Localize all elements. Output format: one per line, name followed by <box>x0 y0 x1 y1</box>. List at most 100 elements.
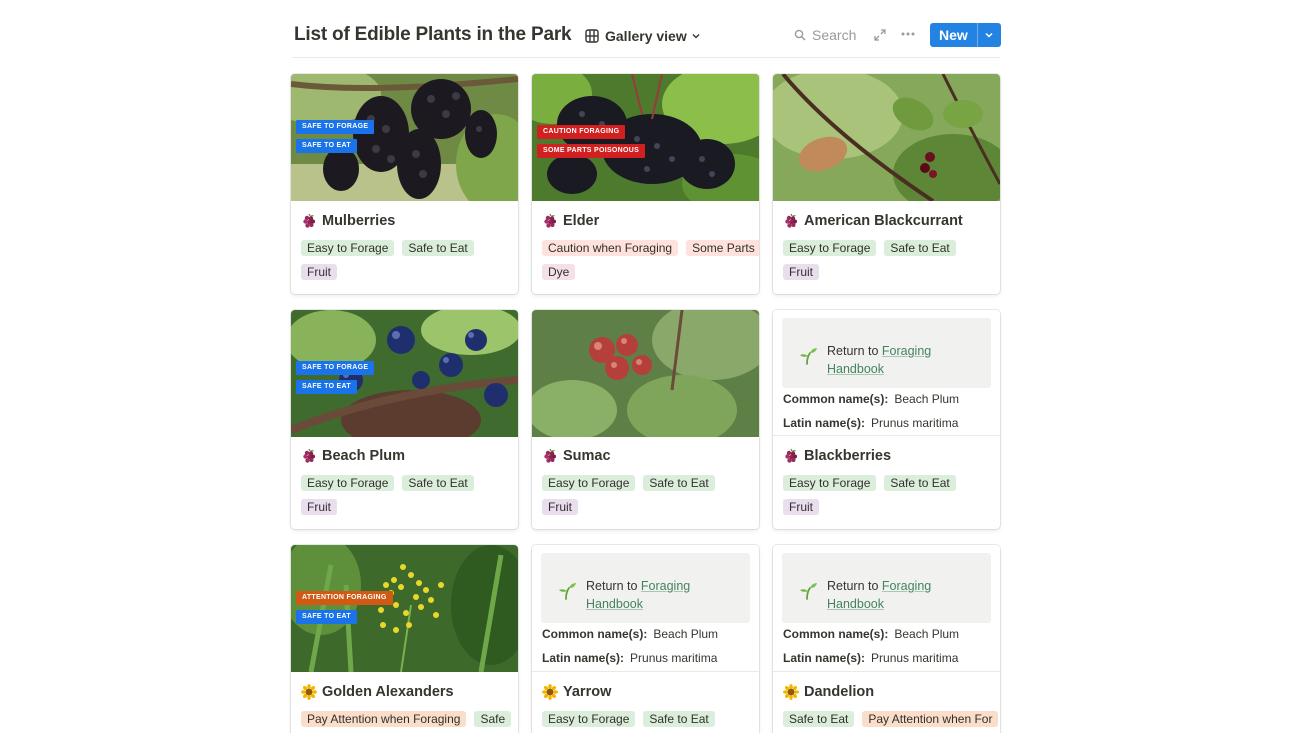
latin-name-label: Latin name(s): <box>783 416 866 430</box>
card-cover-image: SAFE TO FORAGE SAFE TO EAT <box>291 74 518 201</box>
tag: Easy to Forage <box>542 711 636 727</box>
handbook-link-line2: Handbook <box>586 597 643 611</box>
card-page-preview: Return to Foraging Handbook Common name(s… <box>532 545 759 672</box>
handbook-link-line1: Foraging <box>640 579 691 593</box>
new-button-group: New <box>930 23 1001 47</box>
view-label: Gallery view <box>605 28 687 44</box>
grapes-icon <box>301 213 317 229</box>
cover-badge: SAFE TO FORAGE <box>296 120 375 134</box>
callout-block: Return to Foraging Handbook <box>541 553 750 623</box>
expand-icon <box>874 29 886 41</box>
gallery-card[interactable]: Return to Foraging Handbook Common name(s… <box>773 310 1000 529</box>
callout-return-text: Return to <box>827 344 879 358</box>
tag: Safe <box>474 711 512 727</box>
handbook-link-line2: Handbook <box>827 597 884 611</box>
tag-row: Easy to Forage Safe to Eat <box>301 240 518 258</box>
tag: Pay Attention when Foraging <box>301 711 467 727</box>
tag-row: Pay Attention when Foraging Safe <box>301 711 518 729</box>
card-title: Yarrow <box>542 682 611 702</box>
common-name-value: Beach Plum <box>894 392 960 406</box>
cover-badge: SAFE TO EAT <box>296 139 357 153</box>
view-switcher[interactable]: Gallery view <box>585 26 707 46</box>
open-full-page-button[interactable] <box>874 28 886 46</box>
sunflower-icon <box>542 684 558 700</box>
tag-row: Easy to Forage Safe to Eat <box>542 475 759 493</box>
handbook-link-line1: Foraging <box>881 344 932 358</box>
tag-row: Fruit <box>542 499 759 517</box>
latin-name-value: Prunus maritima <box>630 651 718 665</box>
tag: Safe to Eat <box>643 711 715 727</box>
latin-name-value: Prunus maritima <box>871 651 959 665</box>
gallery-card[interactable]: Return to Foraging Handbook Common name(s… <box>773 545 1000 733</box>
search-button[interactable]: Search <box>794 27 856 43</box>
card-title-text: Yarrow <box>563 684 612 700</box>
tag: Pay Attention when For <box>862 711 999 727</box>
card-cover-image: SAFE TO FORAGE SAFE TO EAT <box>291 310 518 437</box>
grapes-icon <box>783 213 799 229</box>
tag: Fruit <box>301 264 337 280</box>
gallery-card[interactable]: Sumac Easy to Forage Safe to Eat Fruit <box>532 310 759 529</box>
card-title: Mulberries <box>301 211 395 231</box>
tag: Caution when Foraging <box>542 240 679 256</box>
card-title: American Blackcurrant <box>783 211 963 231</box>
cover-badge: CAUTION FORAGING <box>537 125 626 139</box>
search-icon <box>794 29 806 41</box>
tag: Easy to Forage <box>542 475 636 491</box>
chevron-down-icon <box>692 34 700 39</box>
card-title-text: Blackberries <box>804 448 892 464</box>
grapes-icon <box>542 213 558 229</box>
tag: Safe to Eat <box>402 240 474 256</box>
seedling-icon <box>798 580 818 600</box>
common-name-label: Common name(s): <box>783 627 889 641</box>
grapes-icon <box>542 448 558 464</box>
database-header: List of Edible Plants in the Park Galler… <box>292 18 1001 58</box>
card-title: Golden Alexanders <box>301 682 454 702</box>
tag: Safe to Eat <box>402 475 474 491</box>
tag-row: Fruit <box>783 264 1000 282</box>
seedling-icon <box>557 580 577 600</box>
gallery-card[interactable]: American Blackcurrant Easy to Forage Saf… <box>773 74 1000 294</box>
gallery-card[interactable]: Return to Foraging Handbook Common name(s… <box>532 545 759 733</box>
sunflower-icon <box>301 684 317 700</box>
latin-name-label: Latin name(s): <box>542 651 625 665</box>
tag: Fruit <box>542 499 578 515</box>
latin-name-property: Latin name(s): Prunus maritima <box>542 651 717 665</box>
latin-name-property: Latin name(s): Prunus maritima <box>783 651 958 665</box>
tag-row: Dye <box>542 264 759 282</box>
ellipsis-icon <box>901 32 915 36</box>
tag-row: Fruit <box>301 264 518 282</box>
tag: Fruit <box>783 264 819 280</box>
card-title: Dandelion <box>783 682 874 702</box>
card-title: Beach Plum <box>301 446 405 466</box>
new-button[interactable]: New <box>930 23 977 47</box>
tag: Dye <box>542 264 576 280</box>
callout-block: Return to Foraging Handbook <box>782 318 991 388</box>
common-name-value: Beach Plum <box>653 627 719 641</box>
tag: Fruit <box>301 499 337 515</box>
tag: Easy to Forage <box>301 475 395 491</box>
new-dropdown-button[interactable] <box>976 23 1001 47</box>
gallery-card[interactable]: ATTENTION FORAGING SAFE TO EAT Golden Al… <box>291 545 518 733</box>
latin-name-property: Latin name(s): Prunus maritima <box>783 416 958 430</box>
card-cover-image: ATTENTION FORAGING SAFE TO EAT <box>291 545 518 672</box>
cover-badge: ATTENTION FORAGING <box>296 591 393 605</box>
gallery-icon <box>585 29 599 43</box>
gallery-card[interactable]: CAUTION FORAGING SOME PARTS POISONOUS El… <box>532 74 759 294</box>
tag-row: Easy to Forage Safe to Eat <box>301 475 518 493</box>
callout-text: Return to Foraging Handbook <box>827 342 977 378</box>
common-name-property: Common name(s): Beach Plum <box>783 627 959 641</box>
gallery-card[interactable]: SAFE TO FORAGE SAFE TO EAT Beach Plum Ea… <box>291 310 518 529</box>
tag-row: Easy to Forage Safe to Eat <box>783 240 1000 258</box>
gallery-card[interactable]: SAFE TO FORAGE SAFE TO EAT Mulberries Ea… <box>291 74 518 294</box>
card-page-preview: Return to Foraging Handbook Common name(s… <box>773 545 1000 672</box>
card-title-text: Sumac <box>563 448 611 464</box>
card-title-text: Golden Alexanders <box>322 684 454 700</box>
handbook-link-line1: Foraging <box>881 579 932 593</box>
card-title-text: Elder <box>563 213 600 229</box>
cover-badge: SOME PARTS POISONOUS <box>537 144 646 158</box>
tag-row: Fruit <box>783 499 1000 517</box>
tag: Safe to Eat <box>884 240 956 256</box>
more-options-button[interactable] <box>900 27 916 46</box>
tag: Some Parts <box>686 240 759 256</box>
common-name-property: Common name(s): Beach Plum <box>542 627 718 641</box>
